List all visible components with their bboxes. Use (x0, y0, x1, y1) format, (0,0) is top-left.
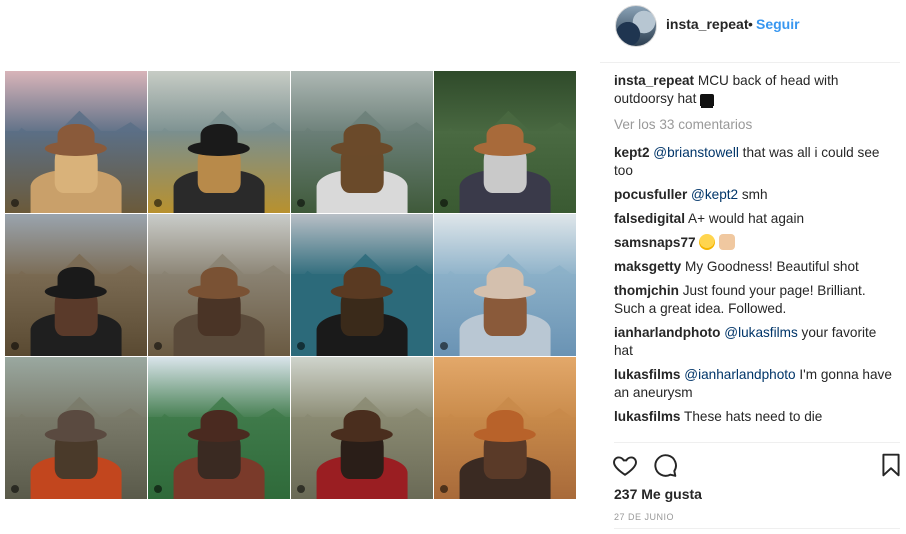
comment-item: pocusfuller @kept2 smh (614, 186, 894, 204)
photo-credit-icon (154, 342, 162, 350)
caption-username[interactable]: insta_repeat (614, 73, 694, 88)
photo-credit-icon (154, 199, 162, 207)
caption: insta_repeat MCU back of head with outdo… (614, 72, 894, 108)
header-username[interactable]: insta_repeat (666, 16, 748, 32)
collage-photo (5, 214, 147, 356)
comments-list[interactable]: insta_repeat MCU back of head with outdo… (614, 72, 894, 442)
hat-crown (343, 266, 381, 291)
comment-item: falsedigital A+ would hat again (614, 210, 894, 228)
comment-item: kept2 @brianstowell that was all i could… (614, 144, 894, 180)
hat-crown (200, 266, 238, 291)
collage-photo (5, 357, 147, 499)
hat-crown (343, 409, 381, 434)
post-sidebar: insta_repeat • Seguir insta_repeat MCU b… (600, 0, 906, 534)
collage-photo (5, 71, 147, 213)
collage-photo (291, 357, 433, 499)
collage-photo (434, 214, 576, 356)
comment-text: smh (738, 187, 768, 202)
photo-credit-icon (11, 485, 19, 493)
comment-item: maksgetty My Goodness! Beautiful shot (614, 258, 894, 276)
post-image-panel (0, 0, 600, 534)
photo-credit-icon (440, 485, 448, 493)
collage-photo (148, 357, 290, 499)
comment-mention[interactable]: @kept2 (691, 187, 738, 202)
hat-crown (486, 266, 524, 291)
likes-count[interactable]: 237 Me gusta (614, 486, 702, 502)
bookmark-icon[interactable] (878, 452, 904, 478)
comment-mention[interactable]: @brianstowell (653, 145, 739, 160)
hat-crown (486, 409, 524, 434)
avatar[interactable] (615, 5, 657, 47)
comment-item: lukasfilms These hats need to die (614, 408, 894, 426)
photo-credit-icon (297, 342, 305, 350)
collage-photo (434, 357, 576, 499)
comment-username[interactable]: kept2 (614, 145, 650, 160)
comment-username[interactable]: samsnaps77 (614, 235, 696, 250)
comment-text: My Goodness! Beautiful shot (685, 259, 859, 274)
photo-credit-icon (440, 342, 448, 350)
comment-item: thomjchin Just found your page! Brillian… (614, 282, 894, 318)
comment-username[interactable]: ianharlandphoto (614, 325, 720, 340)
hat-crown (57, 123, 95, 148)
top-hat-icon (700, 94, 715, 106)
comment-bubble-icon[interactable] (652, 452, 678, 478)
post-header: insta_repeat • Seguir (600, 0, 900, 63)
photo-credit-icon (11, 342, 19, 350)
comment-text: A+ would hat again (688, 211, 805, 226)
action-bar (612, 452, 902, 480)
hat-crown (200, 123, 238, 148)
comment-username[interactable]: lukasfilms (614, 409, 681, 424)
photo-credit-icon (297, 485, 305, 493)
section-divider (614, 442, 900, 443)
collage-photo (434, 71, 576, 213)
comment-username[interactable]: thomjchin (614, 283, 679, 298)
hands-icon (719, 234, 736, 250)
heart-icon[interactable] (612, 452, 638, 478)
photo-credit-icon (440, 199, 448, 207)
photo-credit-icon (154, 485, 162, 493)
hat-crown (57, 409, 95, 434)
hat-crown (343, 123, 381, 148)
collage-photo (148, 214, 290, 356)
comment-mention[interactable]: @lukasfilms (724, 325, 797, 340)
comment-username[interactable]: maksgetty (614, 259, 681, 274)
comment-item: ianharlandphoto @lukasfilms your favorit… (614, 324, 894, 360)
collage-photo (291, 214, 433, 356)
hat-crown (57, 266, 95, 291)
section-divider (614, 528, 900, 529)
photo-credit-icon (297, 199, 305, 207)
comment-mention[interactable]: @ianharlandphoto (684, 367, 795, 382)
comment-username[interactable]: lukasfilms (614, 367, 681, 382)
hat-crown (200, 409, 238, 434)
post-date: 27 DE JUNIO (614, 512, 675, 522)
photo-credit-icon (11, 199, 19, 207)
view-all-comments-link[interactable]: Ver los 33 comentarios (614, 116, 894, 134)
hat-crown (486, 123, 524, 148)
header-separator: • (748, 16, 753, 32)
follow-button[interactable]: Seguir (756, 16, 800, 32)
comment-username[interactable]: pocusfuller (614, 187, 687, 202)
comment-item: lukasfilms @ianharlandphoto I'm gonna ha… (614, 366, 894, 402)
comment-text: These hats need to die (684, 409, 823, 424)
comment-username[interactable]: falsedigital (614, 211, 685, 226)
hat-photo-collage[interactable] (5, 71, 576, 499)
collage-photo (291, 71, 433, 213)
collage-photo (148, 71, 290, 213)
comment-item: samsnaps77 (614, 234, 894, 252)
laughing-face-icon (699, 234, 716, 250)
